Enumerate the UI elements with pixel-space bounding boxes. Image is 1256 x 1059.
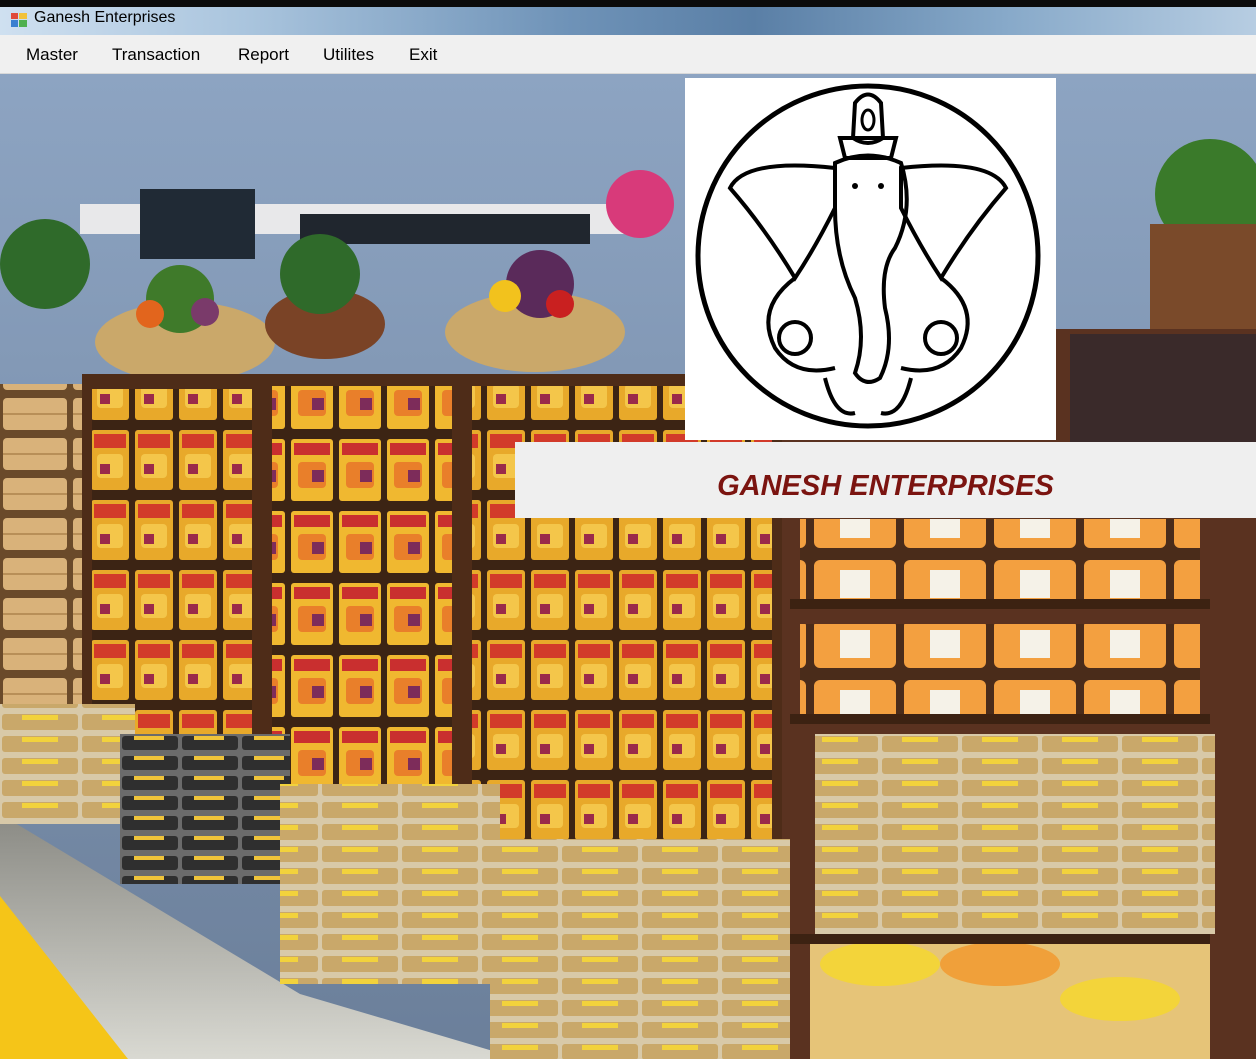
- title-bar: Ganesh Enterprises: [0, 0, 1256, 35]
- company-logo: [685, 78, 1056, 440]
- company-name: GANESH ENTERPRISES: [717, 470, 1054, 502]
- ganesha-logo-icon: [695, 83, 1041, 429]
- company-name-banner: GANESH ENTERPRISES: [515, 442, 1256, 518]
- window-title: Ganesh Enterprises: [34, 9, 176, 26]
- menu-bar: Master Transaction Report Utilites Exit: [0, 35, 1256, 74]
- menu-report[interactable]: Report: [235, 44, 292, 66]
- menu-transaction[interactable]: Transaction: [109, 44, 203, 66]
- menu-master[interactable]: Master: [23, 44, 81, 66]
- window-app-icon: [11, 13, 27, 27]
- main-window: Ganesh Enterprises Master Transaction Re…: [0, 0, 1256, 1059]
- menu-utilities[interactable]: Utilites: [320, 44, 377, 66]
- store-background-image: [0, 74, 1256, 1059]
- menu-exit[interactable]: Exit: [406, 44, 440, 66]
